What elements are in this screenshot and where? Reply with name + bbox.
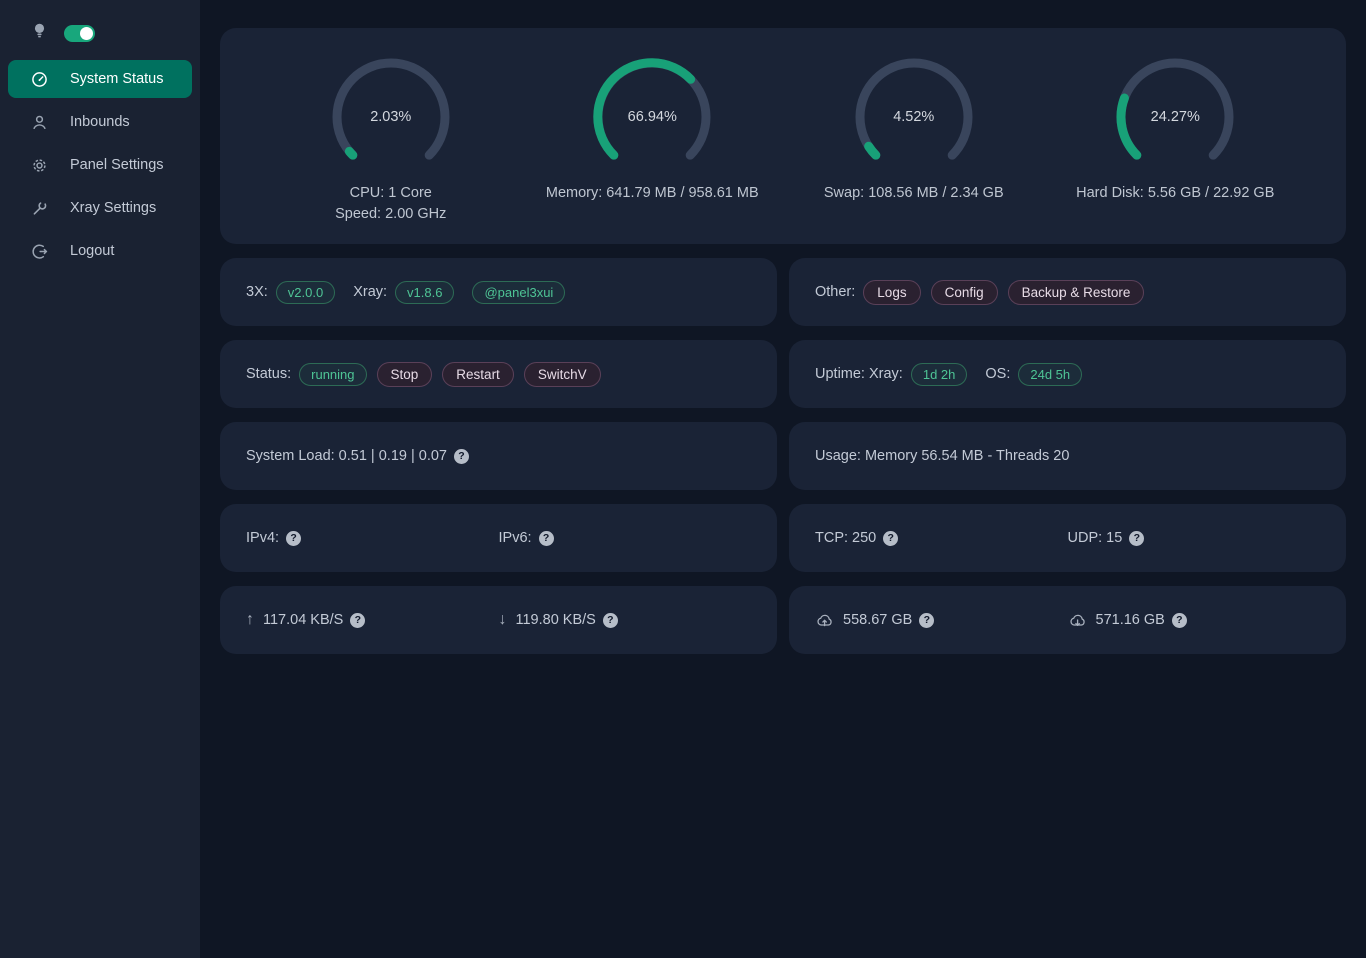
sidebar-item-panel-settings[interactable]: Panel Settings [8, 146, 192, 184]
cpu-speed-label: Speed: 2.00 GHz [335, 204, 446, 225]
disk-percent: 24.27% [1115, 57, 1235, 177]
upload-speed: 117.04 KB/S [263, 612, 343, 628]
help-icon[interactable]: ? [350, 613, 365, 628]
upload-speed-block: ↑ 117.04 KB/S ? [246, 611, 499, 629]
swap-label: Swap: 108.56 MB / 2.34 GB [824, 183, 1004, 204]
sidebar-item-label: System Status [70, 71, 163, 87]
connections-card: TCP: 250 ? UDP: 15 ? [789, 504, 1346, 572]
3x-version-tag[interactable]: v2.0.0 [276, 281, 335, 304]
xray-version-tag[interactable]: v1.8.6 [395, 281, 454, 304]
disk-label: Hard Disk: 5.56 GB / 22.92 GB [1076, 183, 1274, 204]
help-icon[interactable]: ? [539, 531, 554, 546]
other-card: Other: Logs Config Backup & Restore [789, 258, 1346, 326]
ipv6-block: IPv6: ? [499, 530, 752, 546]
uptime-card: Uptime: Xray: 1d 2h OS: 24d 5h [789, 340, 1346, 408]
usage-text: Usage: Memory 56.54 MB - Threads 20 [815, 448, 1069, 464]
app-root: System Status Inbounds [0, 0, 1366, 958]
system-load-text: System Load: 0.51 | 0.19 | 0.07 [246, 448, 447, 464]
config-button[interactable]: Config [931, 280, 998, 305]
backup-restore-button[interactable]: Backup & Restore [1008, 280, 1145, 305]
sent-traffic-block: 558.67 GB ? [815, 612, 1068, 628]
memory-percent: 66.94% [592, 57, 712, 177]
help-icon[interactable]: ? [883, 531, 898, 546]
wrench-icon [31, 200, 48, 217]
main-content: 2.03% CPU: 1 Core Speed: 2.00 GHz 66.94%… [200, 0, 1366, 958]
memory-label: Memory: 641.79 MB / 958.61 MB [546, 183, 759, 204]
help-icon[interactable]: ? [454, 449, 469, 464]
xray-status-card: Status: running Stop Restart SwitchV [220, 340, 777, 408]
sidebar-item-logout[interactable]: Logout [8, 232, 192, 270]
user-icon [31, 114, 48, 131]
download-speed-block: ↓ 119.80 KB/S ? [499, 611, 752, 629]
ipv4-label: IPv4: [246, 530, 279, 546]
3x-label: 3X: [246, 284, 268, 300]
sidebar-item-inbounds[interactable]: Inbounds [8, 103, 192, 141]
sidebar-item-xray-settings[interactable]: Xray Settings [8, 189, 192, 227]
uptime-xray-label: Uptime: Xray: [815, 366, 903, 382]
restart-button[interactable]: Restart [442, 362, 514, 387]
received-traffic-block: 571.16 GB ? [1068, 612, 1321, 628]
sent-traffic: 558.67 GB [843, 612, 912, 628]
help-icon[interactable]: ? [286, 531, 301, 546]
sidebar-item-label: Logout [70, 243, 114, 259]
traffic-card: 558.67 GB ? 571.16 GB ? [789, 586, 1346, 654]
logout-icon [31, 243, 48, 260]
stop-button[interactable]: Stop [377, 362, 433, 387]
status-label: Status: [246, 366, 291, 382]
udp-block: UDP: 15 ? [1068, 530, 1321, 546]
memory-gauge: 66.94% Memory: 641.79 MB / 958.61 MB [522, 57, 784, 204]
ipv4-block: IPv4: ? [246, 530, 499, 546]
sidebar-theme-row [0, 18, 200, 48]
switch-version-button[interactable]: SwitchV [524, 362, 601, 387]
xray-label: Xray: [353, 284, 387, 300]
sidebar-nav: System Status Inbounds [0, 60, 200, 270]
cloud-download-icon [1068, 613, 1087, 628]
speed-card: ↑ 117.04 KB/S ? ↓ 119.80 KB/S ? [220, 586, 777, 654]
sidebar-item-label: Xray Settings [70, 200, 156, 216]
arrow-up-icon: ↑ [246, 611, 254, 629]
received-traffic: 571.16 GB [1096, 612, 1165, 628]
other-label: Other: [815, 284, 855, 300]
lightbulb-icon [31, 22, 48, 44]
status-running-tag: running [299, 363, 366, 386]
help-icon[interactable]: ? [1172, 613, 1187, 628]
ipv6-label: IPv6: [499, 530, 532, 546]
uptime-os-label: OS: [985, 366, 1010, 382]
swap-gauge: 4.52% Swap: 108.56 MB / 2.34 GB [783, 57, 1045, 204]
arrow-down-icon: ↓ [499, 611, 507, 629]
resource-gauges-card: 2.03% CPU: 1 Core Speed: 2.00 GHz 66.94%… [220, 28, 1346, 244]
info-cards-grid: 3X: v2.0.0 Xray: v1.8.6 @panel3xui Other… [220, 258, 1346, 654]
help-icon[interactable]: ? [603, 613, 618, 628]
cpu-percent: 2.03% [331, 57, 451, 177]
udp-count: UDP: 15 [1068, 530, 1123, 546]
cpu-gauge: 2.03% CPU: 1 Core Speed: 2.00 GHz [260, 57, 522, 225]
sidebar-item-system-status[interactable]: System Status [8, 60, 192, 98]
help-icon[interactable]: ? [919, 613, 934, 628]
dashboard-icon [31, 71, 48, 88]
usage-card: Usage: Memory 56.54 MB - Threads 20 [789, 422, 1346, 490]
ip-card: IPv4: ? IPv6: ? [220, 504, 777, 572]
versions-card: 3X: v2.0.0 Xray: v1.8.6 @panel3xui [220, 258, 777, 326]
telegram-tag[interactable]: @panel3xui [472, 281, 565, 304]
sidebar-item-label: Panel Settings [70, 157, 164, 173]
sidebar: System Status Inbounds [0, 0, 200, 958]
tcp-block: TCP: 250 ? [815, 530, 1068, 546]
system-load-card: System Load: 0.51 | 0.19 | 0.07 ? [220, 422, 777, 490]
cloud-upload-icon [815, 613, 834, 628]
help-icon[interactable]: ? [1129, 531, 1144, 546]
cpu-label: CPU: 1 Core [350, 183, 432, 204]
uptime-xray-tag: 1d 2h [911, 363, 968, 386]
theme-toggle-knob [80, 27, 93, 40]
logs-button[interactable]: Logs [863, 280, 920, 305]
sidebar-item-label: Inbounds [70, 114, 130, 130]
gear-icon [31, 157, 48, 174]
theme-toggle[interactable] [64, 25, 95, 42]
uptime-os-tag: 24d 5h [1018, 363, 1082, 386]
swap-percent: 4.52% [854, 57, 974, 177]
download-speed: 119.80 KB/S [516, 612, 596, 628]
tcp-count: TCP: 250 [815, 530, 876, 546]
disk-gauge: 24.27% Hard Disk: 5.56 GB / 22.92 GB [1045, 57, 1307, 204]
